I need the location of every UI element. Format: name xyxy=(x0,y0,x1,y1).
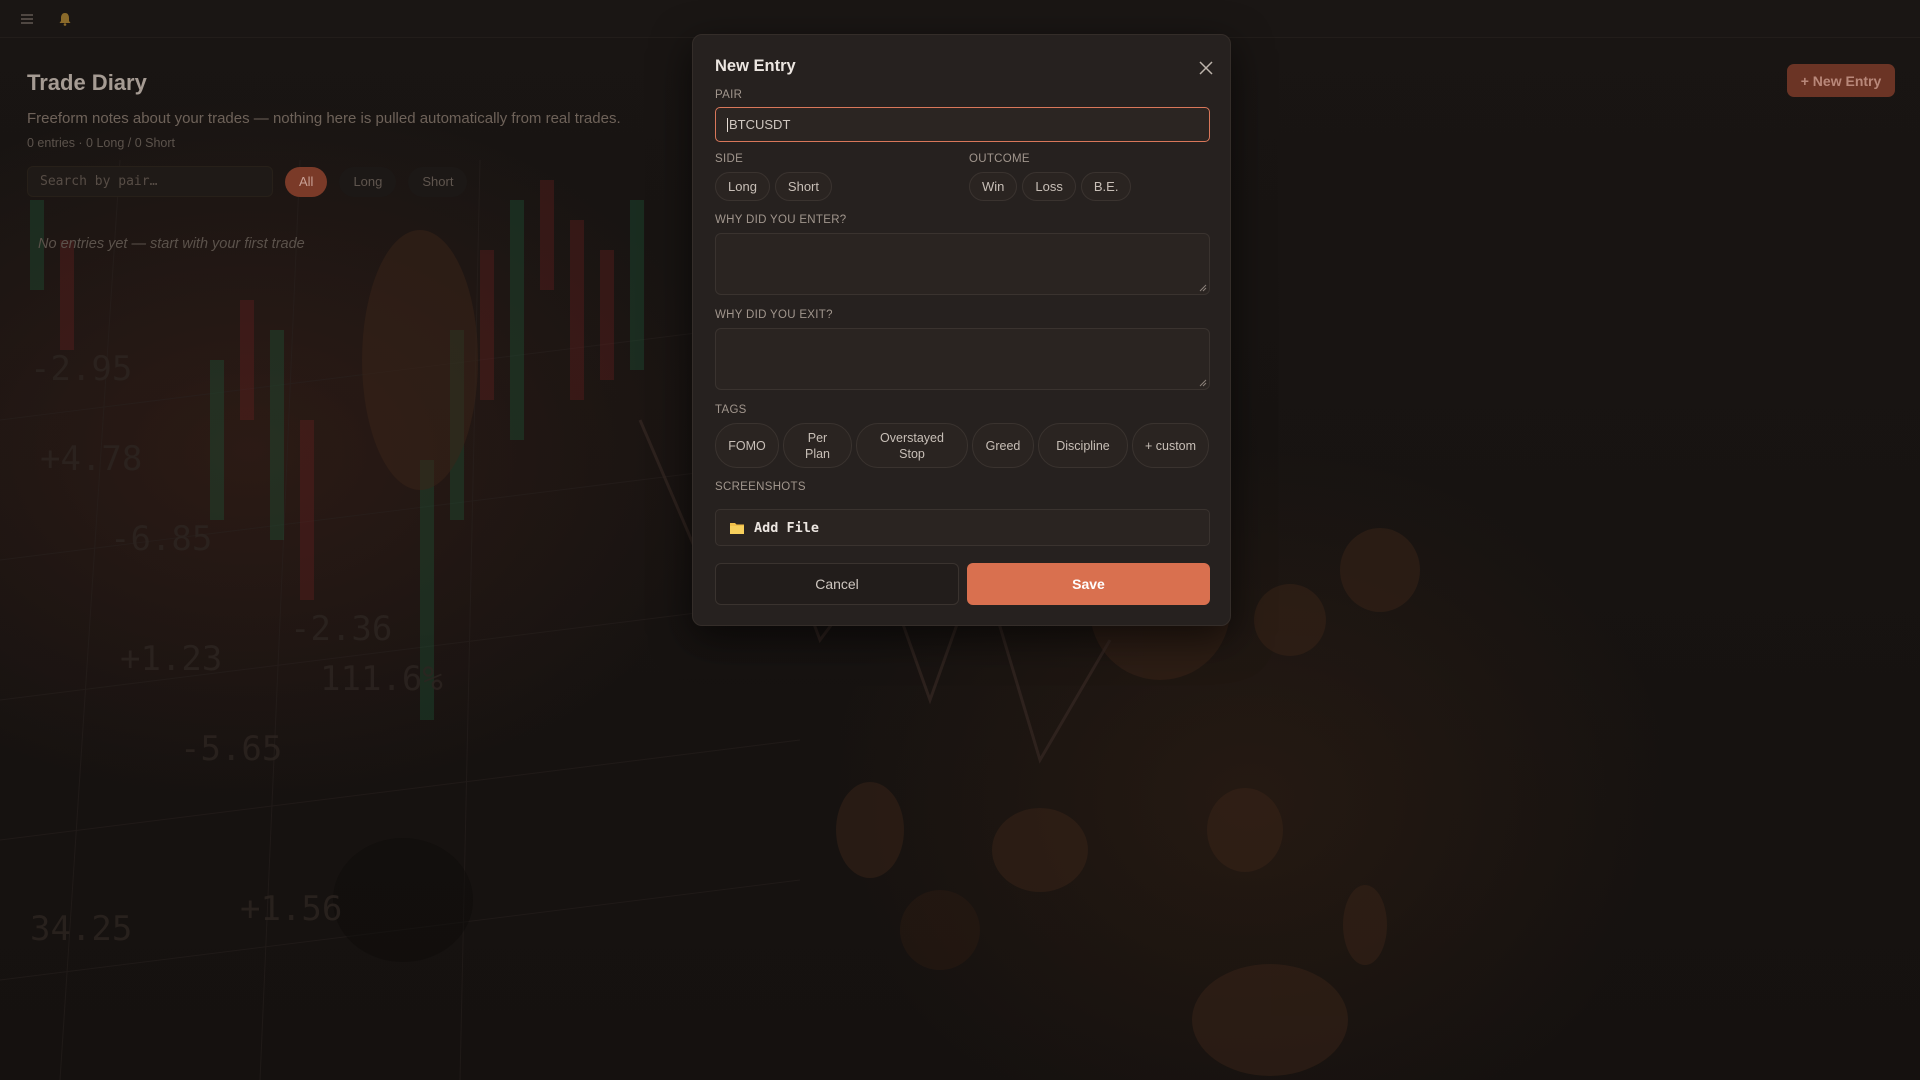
outcome-win-button[interactable]: Win xyxy=(969,172,1018,201)
side-short-button[interactable]: Short xyxy=(774,172,832,201)
pair-input[interactable]: BTCUSDT xyxy=(715,107,1210,142)
svg-text:-2.36: -2.36 xyxy=(290,609,392,649)
modal-title: New Entry xyxy=(715,57,796,75)
svg-text:+1.56: +1.56 xyxy=(240,889,342,929)
svg-text:-6.85: -6.85 xyxy=(110,519,212,559)
cancel-button[interactable]: Cancel xyxy=(715,563,959,605)
filter-long[interactable]: Long xyxy=(339,166,397,197)
page-header: Trade Diary Freeform notes about your tr… xyxy=(27,70,621,150)
new-entry-button[interactable]: + New Entry xyxy=(1787,64,1895,97)
filter-row: Search by pair… All Long Short xyxy=(27,166,468,197)
close-icon[interactable] xyxy=(1195,57,1217,79)
pair-placeholder: BTCUSDT xyxy=(729,117,791,132)
filter-all[interactable]: All xyxy=(285,166,328,197)
exit-reason-textarea[interactable] xyxy=(715,328,1210,390)
svg-text:111.6%: 111.6% xyxy=(320,659,443,699)
tag-discipline[interactable]: Discipline xyxy=(1038,423,1128,468)
resize-grip-icon[interactable] xyxy=(1199,284,1207,292)
top-bar xyxy=(0,0,1920,38)
add-file-label: Add File xyxy=(754,519,820,536)
empty-state-message: No entries yet — start with your first t… xyxy=(38,236,305,252)
svg-text:+1.23: +1.23 xyxy=(120,639,222,679)
side-label: SIDE xyxy=(715,153,744,165)
page-title: Trade Diary xyxy=(27,70,147,95)
outcome-options: Win Loss B.E. xyxy=(969,172,1132,201)
side-long-button[interactable]: Long xyxy=(715,172,770,201)
tag-overstayed-stop[interactable]: Overstayed Stop xyxy=(856,423,968,468)
outcome-label: OUTCOME xyxy=(969,153,1030,165)
new-entry-modal: New Entry PAIR BTCUSDT SIDE Long Short O… xyxy=(692,34,1231,626)
bell-icon[interactable] xyxy=(56,10,74,28)
entry-counts: 0 entries · 0 Long / 0 Short xyxy=(27,136,176,150)
svg-text:+4.78: +4.78 xyxy=(40,439,142,479)
tags-label: TAGS xyxy=(715,404,747,416)
screenshots-label: SCREENSHOTS xyxy=(715,481,806,493)
tag-per-plan[interactable]: Per Plan xyxy=(783,423,852,468)
folder-icon xyxy=(730,522,744,534)
pair-label: PAIR xyxy=(715,89,743,101)
page-subtitle: Freeform notes about your trades — nothi… xyxy=(27,110,621,127)
filter-short[interactable]: Short xyxy=(408,166,468,197)
add-file-button[interactable]: Add File xyxy=(715,509,1210,546)
save-button[interactable]: Save xyxy=(967,563,1210,605)
hamburger-menu-icon[interactable] xyxy=(18,10,36,28)
exit-reason-label: WHY DID YOU EXIT? xyxy=(715,309,833,321)
resize-grip-icon[interactable] xyxy=(1199,379,1207,387)
svg-text:34.25: 34.25 xyxy=(30,909,132,949)
search-input[interactable]: Search by pair… xyxy=(27,166,273,197)
tag-add-custom[interactable]: + custom xyxy=(1132,423,1209,468)
search-placeholder: Search by pair… xyxy=(40,174,158,189)
tag-greed[interactable]: Greed xyxy=(972,423,1034,468)
tag-list: FOMO Per Plan Overstayed Stop Greed Disc… xyxy=(715,423,1209,468)
svg-text:-5.65: -5.65 xyxy=(180,729,282,769)
outcome-be-button[interactable]: B.E. xyxy=(1080,172,1132,201)
outcome-loss-button[interactable]: Loss xyxy=(1022,172,1076,201)
svg-text:-2.95: -2.95 xyxy=(30,349,132,389)
tag-fomo[interactable]: FOMO xyxy=(715,423,779,468)
side-options: Long Short xyxy=(715,172,832,201)
enter-reason-textarea[interactable] xyxy=(715,233,1210,295)
text-caret xyxy=(727,117,728,132)
enter-reason-label: WHY DID YOU ENTER? xyxy=(715,214,847,226)
